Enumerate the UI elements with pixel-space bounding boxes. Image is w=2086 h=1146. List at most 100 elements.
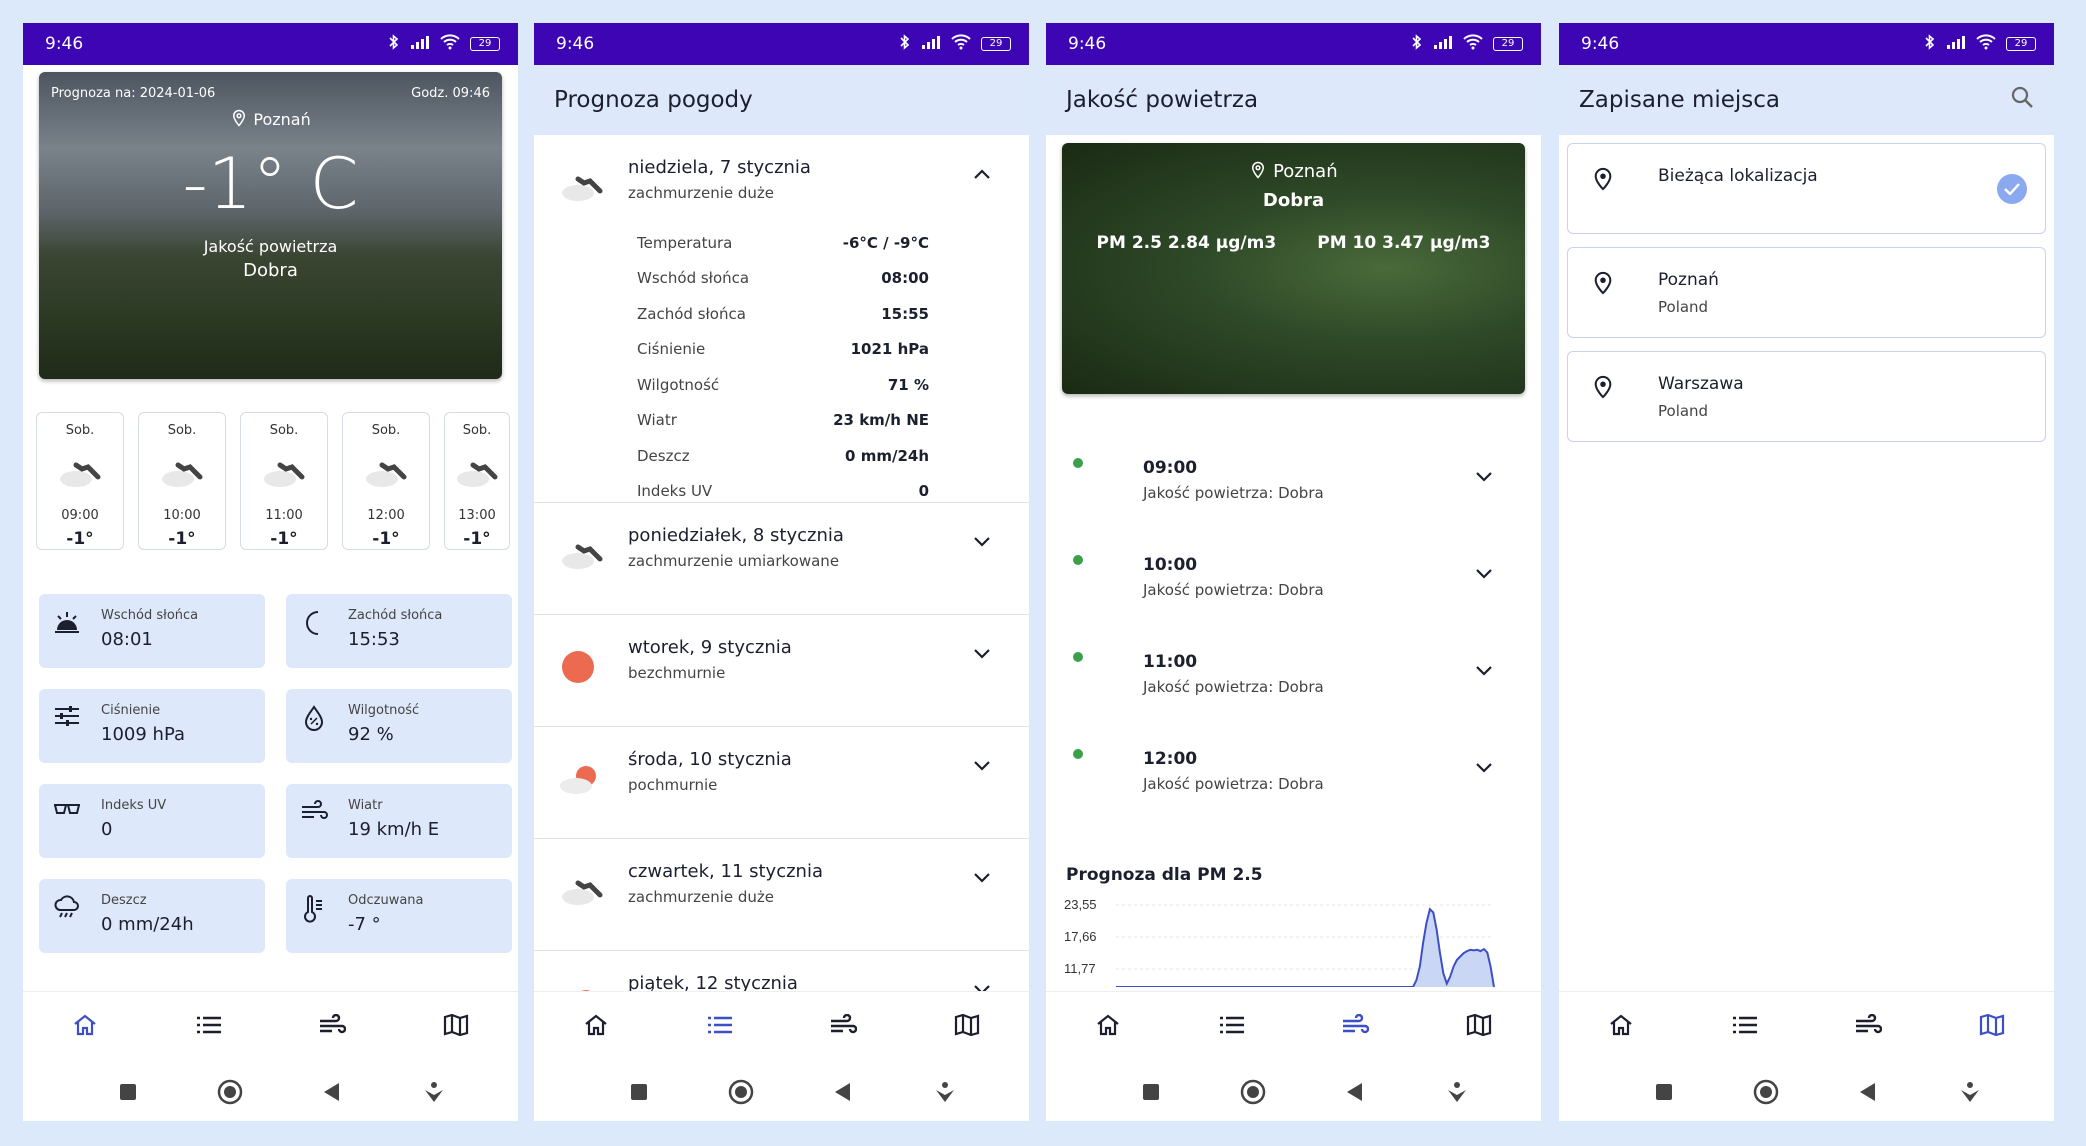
glasses-icon bbox=[49, 796, 85, 846]
status-time: 9:46 bbox=[1581, 34, 1620, 54]
chevron-down-icon[interactable] bbox=[1475, 565, 1493, 584]
assistant-button[interactable] bbox=[929, 1076, 961, 1108]
place-item[interactable]: Bieżąca lokalizacja bbox=[1567, 143, 2046, 234]
home-button[interactable] bbox=[1237, 1076, 1269, 1108]
aq-hour-item[interactable]: 10:00 Jakość powietrza: Dobra bbox=[1046, 535, 1541, 632]
home-button[interactable] bbox=[214, 1076, 246, 1108]
back-button[interactable] bbox=[1339, 1076, 1371, 1108]
air-quality-label: Jakość powietrza bbox=[203, 237, 338, 256]
chevron-down-icon[interactable] bbox=[973, 757, 991, 776]
signal-icon bbox=[1946, 34, 1966, 54]
location-pin-icon bbox=[1252, 161, 1265, 179]
system-navigation bbox=[1046, 1063, 1541, 1121]
app-bar: Zapisane miejsca bbox=[1559, 65, 2054, 135]
signal-icon bbox=[1433, 34, 1453, 54]
assistant-button[interactable] bbox=[1954, 1076, 1986, 1108]
app-bar: Jakość powietrza bbox=[1046, 65, 1541, 135]
nav-home-icon[interactable] bbox=[576, 1005, 616, 1045]
page-title: Zapisane miejsca bbox=[1579, 87, 1781, 113]
search-icon[interactable] bbox=[2010, 85, 2034, 115]
status-bar: 9:46 29 bbox=[1046, 23, 1541, 65]
tile-wind: Wiatr 19 km/h E bbox=[286, 784, 512, 858]
chevron-down-icon[interactable] bbox=[1475, 759, 1493, 778]
nav-list-icon[interactable] bbox=[189, 1005, 229, 1045]
location-label: Poznań bbox=[39, 107, 502, 129]
saved-places-screen: 9:46 29 Zapisane miejsca Bieżąca lokaliz… bbox=[1559, 23, 2054, 1121]
weather-details-grid: Wschód słońca 08:01 Zachód słońca 15:53 Ci… bbox=[39, 594, 512, 953]
back-button[interactable] bbox=[827, 1076, 859, 1108]
sun-icon bbox=[558, 637, 628, 697]
chevron-down-icon[interactable] bbox=[1475, 662, 1493, 681]
nav-map-icon[interactable] bbox=[947, 1005, 987, 1045]
sliders-icon bbox=[49, 701, 85, 751]
back-button[interactable] bbox=[1852, 1076, 1884, 1108]
aq-hour-item[interactable]: 11:00 Jakość powietrza: Dobra bbox=[1046, 632, 1541, 729]
status-bar: 9:46 29 bbox=[534, 23, 1029, 65]
signal-icon bbox=[921, 34, 941, 54]
recents-button[interactable] bbox=[1135, 1076, 1167, 1108]
nav-home-icon[interactable] bbox=[65, 1005, 105, 1045]
nav-air-icon[interactable] bbox=[312, 1005, 352, 1045]
day-item[interactable]: niedziela, 7 stycznia zachmurzenie duże T… bbox=[534, 135, 1029, 503]
aq-hour-item[interactable]: 12:00 Jakość powietrza: Dobra bbox=[1046, 729, 1541, 826]
chevron-up-icon[interactable] bbox=[973, 165, 991, 184]
y-tick-label: 23,55 bbox=[1064, 897, 1097, 912]
battery-icon: 29 bbox=[1493, 37, 1523, 51]
home-button[interactable] bbox=[1750, 1076, 1782, 1108]
assistant-button[interactable] bbox=[418, 1076, 450, 1108]
nav-air-icon[interactable] bbox=[1848, 1005, 1888, 1045]
y-tick-label: 11,77 bbox=[1064, 961, 1096, 976]
check-icon bbox=[1997, 174, 2027, 204]
place-name: Bieżąca lokalizacja bbox=[1658, 166, 1818, 186]
place-item[interactable]: Warszawa Poland bbox=[1567, 351, 2046, 442]
day-item[interactable]: wtorek, 9 stycznia bezchmurnie bbox=[534, 615, 1029, 727]
tile-pressure: Ciśnienie 1009 hPa bbox=[39, 689, 265, 763]
nav-home-icon[interactable] bbox=[1601, 1005, 1641, 1045]
day-item[interactable]: środa, 10 stycznia pochmurnie bbox=[534, 727, 1029, 839]
assistant-button[interactable] bbox=[1441, 1076, 1473, 1108]
status-dot bbox=[1073, 555, 1083, 565]
day-item[interactable]: czwartek, 11 stycznia zachmurzenie duże bbox=[534, 839, 1029, 951]
recents-button[interactable] bbox=[112, 1076, 144, 1108]
wind-icon bbox=[296, 796, 332, 846]
place-name: Warszawa bbox=[1658, 374, 1744, 394]
bluetooth-icon bbox=[899, 33, 911, 55]
place-country: Poland bbox=[1658, 402, 1709, 420]
humidity-icon bbox=[296, 701, 332, 751]
nav-map-icon[interactable] bbox=[1459, 1005, 1499, 1045]
wifi-icon bbox=[440, 33, 460, 55]
nav-list-icon[interactable] bbox=[1212, 1005, 1252, 1045]
nav-air-icon[interactable] bbox=[823, 1005, 863, 1045]
chevron-down-icon[interactable] bbox=[973, 869, 991, 888]
place-item[interactable]: Poznań Poland bbox=[1567, 247, 2046, 338]
back-button[interactable] bbox=[316, 1076, 348, 1108]
nav-map-icon[interactable] bbox=[1972, 1005, 2012, 1045]
chevron-down-icon[interactable] bbox=[973, 645, 991, 664]
nav-list-icon[interactable] bbox=[700, 1005, 740, 1045]
nav-list-icon[interactable] bbox=[1725, 1005, 1765, 1045]
places-list: Bieżąca lokalizacja Poznań Poland Warsza… bbox=[1559, 135, 2054, 442]
tile-humidity: Wilgotność 92 % bbox=[286, 689, 512, 763]
nav-map-icon[interactable] bbox=[436, 1005, 476, 1045]
partly-cloudy-icon bbox=[558, 749, 628, 809]
location-pin-icon bbox=[233, 109, 246, 127]
air-quality-value: Dobra bbox=[243, 260, 298, 281]
day-item[interactable]: poniedziałek, 8 stycznia zachmurzenie umi… bbox=[534, 503, 1029, 615]
chevron-down-icon[interactable] bbox=[1475, 468, 1493, 487]
bluetooth-icon bbox=[1411, 33, 1423, 55]
location-pin-icon bbox=[1592, 166, 1614, 196]
nav-home-icon[interactable] bbox=[1088, 1005, 1128, 1045]
location-pin-icon bbox=[1592, 270, 1614, 300]
status-time: 9:46 bbox=[1068, 34, 1107, 54]
status-dot bbox=[1073, 749, 1083, 759]
recents-button[interactable] bbox=[1648, 1076, 1680, 1108]
bluetooth-icon bbox=[388, 33, 400, 55]
hourly-forecast[interactable]: Sob. 09:00 -1° Sob. 10:00 -1° Sob. 11:00 -1° S… bbox=[36, 412, 510, 550]
wifi-icon bbox=[1976, 33, 1996, 55]
aq-hour-item[interactable]: 09:00 Jakość powietrza: Dobra bbox=[1046, 438, 1541, 535]
recents-button[interactable] bbox=[623, 1076, 655, 1108]
chevron-down-icon[interactable] bbox=[973, 533, 991, 552]
nav-air-icon[interactable] bbox=[1335, 1005, 1375, 1045]
home-screen: 9:46 29 Prognoza na: 2024-01-06 Godz. 09… bbox=[23, 23, 518, 1121]
home-button[interactable] bbox=[725, 1076, 757, 1108]
